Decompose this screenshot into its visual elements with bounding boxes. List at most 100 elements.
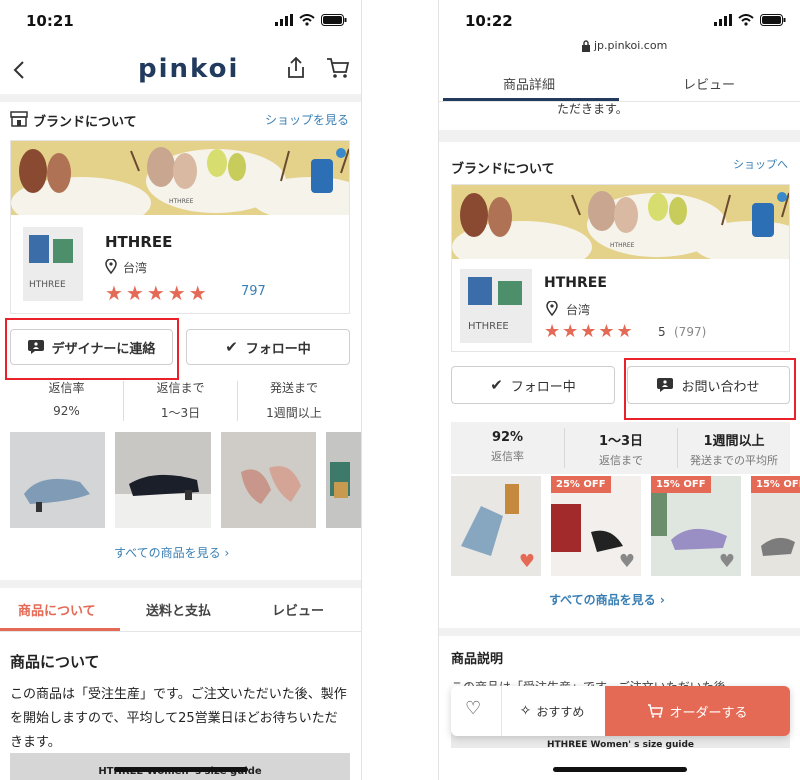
svg-text:HTHREE: HTHREE <box>610 242 635 249</box>
shoe-image <box>221 432 316 528</box>
shoe-image <box>115 432 211 528</box>
banner-art: HTHREE <box>452 185 789 259</box>
shop-stats: 92% 返信率 1〜3日 返信まで 1週間以上 発送までの平均所 <box>451 422 790 474</box>
url-bar[interactable]: jp.pinkoi.com <box>594 39 667 52</box>
order-button[interactable]: オーダーする <box>605 686 790 736</box>
tab-shipping-payment[interactable]: 送料と支払 <box>146 600 211 619</box>
heart-filled-icon[interactable]: ♥ <box>519 551 535 572</box>
location-pin-icon <box>546 301 558 316</box>
shop-icon <box>10 111 28 127</box>
see-all-products-link[interactable]: すべての商品を見る › <box>549 591 665 608</box>
left-phone-screen: 10:21 pinkoi ブランドについて ショップを見る HTHREE HTH… <box>0 0 362 780</box>
product-thumbnail[interactable]: ♥ <box>451 476 541 576</box>
follow-label: フォロー中 <box>510 379 576 395</box>
brand-name: HTHREE <box>544 275 607 291</box>
product-thumbnail[interactable]: 25% OFF ♥ <box>551 476 641 576</box>
shop-link[interactable]: ショップを見る <box>265 111 349 128</box>
check-icon: ✔ <box>225 338 238 356</box>
avatar-art: HTHREE <box>460 269 532 343</box>
brand-avatar: HTHREE <box>23 227 83 301</box>
tab-about-product[interactable]: 商品について <box>18 600 96 619</box>
stat-reply-rate: 返信率 92% <box>10 379 123 418</box>
brand-section: ブランドについて ショップを見る HTHREE HTHREE HTHREE 台湾… <box>0 102 361 580</box>
share-icon[interactable] <box>286 56 306 80</box>
status-time: 10:21 <box>26 12 74 30</box>
shoe-image <box>10 432 105 528</box>
product-thumbnail[interactable] <box>326 432 361 528</box>
status-icons <box>714 14 786 26</box>
product-thumbnail[interactable]: 15% OFF ♥ <box>651 476 741 576</box>
about-text: この商品は「受注生産」です。ご注文いただいた後、製作を開始しますので、平均して2… <box>10 687 347 750</box>
see-all-products-link[interactable]: すべての商品を見る › <box>114 544 229 561</box>
sparkle-icon: ✧ <box>519 703 532 719</box>
brand-avatar: HTHREE <box>460 269 532 343</box>
tab-reviews[interactable]: レビュー <box>683 74 735 93</box>
active-tab-indicator <box>0 628 120 631</box>
size-guide-caption: HTHREE Women' s size guide <box>546 740 695 750</box>
brand-location: 台湾 <box>566 303 591 317</box>
status-bar: 10:22 jp.pinkoi.com <box>439 0 800 62</box>
stat-value: 1週間以上 <box>266 406 322 420</box>
recommend-button[interactable]: ✧ おすすめ <box>503 686 601 736</box>
heart-icon[interactable]: ♥ <box>619 551 635 572</box>
svg-text:HTHREE: HTHREE <box>169 198 194 205</box>
divider <box>0 94 361 102</box>
discount-badge: 15% OFF <box>751 476 800 493</box>
follow-button[interactable]: ✔ フォロー中 <box>451 366 615 404</box>
product-thumbnail[interactable]: 15% OFF <box>751 476 800 576</box>
about-title: 商品について <box>10 653 100 671</box>
brand-name: HTHREE <box>105 233 173 251</box>
scrolled-text: ただきます。 <box>557 102 628 116</box>
product-thumbnail[interactable] <box>10 432 105 528</box>
stat-label: 発送までの平均所 <box>690 454 778 467</box>
discount-badge: 15% OFF <box>651 476 711 493</box>
stat-value: 92% <box>491 430 524 445</box>
check-icon: ✔ <box>490 376 503 394</box>
stat-label: 発送まで <box>269 381 318 395</box>
wifi-icon <box>738 14 754 26</box>
stat-ship-time: 1週間以上 発送までの平均所 <box>678 430 790 468</box>
product-tabs: 商品について 送料と支払 レビュー <box>0 588 361 632</box>
shop-stats: 返信率 92% 返信まで 1〜3日 発送まで 1週間以上 <box>10 379 350 425</box>
tab-product-detail[interactable]: 商品詳細 <box>503 74 555 93</box>
stat-value: 1〜3日 <box>160 406 201 420</box>
brand-card[interactable]: HTHREE HTHREE HTHREE 台湾 ★★★★★ 797 <box>10 140 350 314</box>
follow-button[interactable]: ✔ フォロー中 <box>186 329 350 365</box>
lock-icon <box>582 40 590 52</box>
rating-score: 5 <box>658 325 666 339</box>
brand-banner-image: HTHREE <box>452 185 789 259</box>
home-indicator <box>114 767 248 772</box>
stat-label: 返信率 <box>48 381 85 395</box>
status-bar: 10:21 <box>0 0 361 40</box>
svg-text:HTHREE: HTHREE <box>468 321 509 332</box>
heart-icon[interactable]: ♥ <box>719 551 735 572</box>
cart-icon[interactable] <box>326 56 350 80</box>
review-count[interactable]: (797) <box>674 325 706 339</box>
location-pin-icon <box>105 259 117 274</box>
cart-icon <box>648 704 664 718</box>
brand-card[interactable]: HTHREE HTHREE HTHREE 台湾 ★★★★★ 5 (797) <box>451 184 790 352</box>
favorite-heart-icon[interactable]: ♡ <box>465 698 481 719</box>
signal-icon <box>275 14 293 26</box>
product-thumbnail[interactable] <box>221 432 316 528</box>
tab-reviews[interactable]: レビュー <box>272 600 324 619</box>
review-count[interactable]: 797 <box>241 284 266 299</box>
signal-icon <box>714 14 732 26</box>
product-thumbnail[interactable] <box>115 432 211 528</box>
brand-section: ブランドについて ショップへ HTHREE HTHREE HTHREE 台湾 ★… <box>439 142 800 628</box>
back-icon[interactable] <box>12 60 26 80</box>
highlight-box <box>5 318 179 380</box>
divider <box>0 580 361 588</box>
right-phone-screen: 10:22 jp.pinkoi.com 商品詳細 レビュー ただきます。 ブラン… <box>438 0 800 780</box>
battery-icon <box>321 14 347 26</box>
detail-tabs: 商品詳細 レビュー <box>439 62 800 102</box>
divider <box>501 686 502 736</box>
stat-value: 1〜3日 <box>598 434 644 449</box>
pinkoi-logo[interactable]: pinkoi <box>138 54 239 84</box>
brand-section-title: ブランドについて <box>33 115 137 130</box>
brand-location: 台湾 <box>123 261 148 275</box>
order-label: オーダーする <box>669 705 748 721</box>
avatar-art: HTHREE <box>23 227 83 301</box>
shop-link[interactable]: ショップへ <box>733 156 788 172</box>
brand-banner-image: HTHREE <box>11 141 349 215</box>
